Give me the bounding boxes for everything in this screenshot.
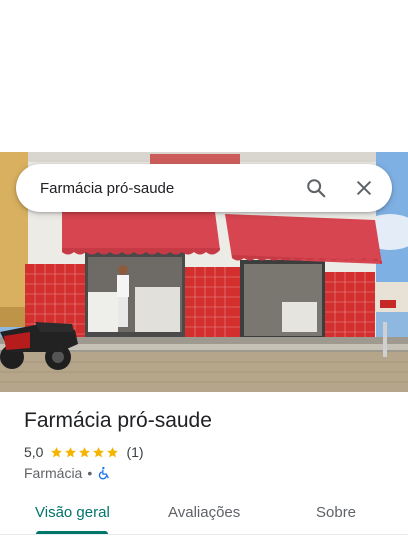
place-title: Farmácia pró-saude bbox=[24, 409, 212, 432]
search-button[interactable] bbox=[292, 164, 340, 212]
tab-overview[interactable]: Visão geral bbox=[35, 504, 110, 521]
star-icon bbox=[107, 446, 119, 457]
search-input[interactable] bbox=[40, 179, 292, 197]
rating-value: 5,0 bbox=[24, 444, 44, 460]
search-icon bbox=[307, 179, 326, 198]
star-rating bbox=[50, 446, 120, 459]
rating-row[interactable]: 5,0 (1) bbox=[24, 444, 144, 460]
search-bar[interactable] bbox=[16, 164, 392, 212]
star-icon bbox=[65, 446, 77, 457]
review-count[interactable]: (1) bbox=[126, 444, 143, 460]
separator-dot: • bbox=[87, 465, 93, 481]
clear-search-button[interactable] bbox=[340, 164, 388, 212]
place-category: Farmácia bbox=[24, 465, 83, 481]
star-icon bbox=[51, 446, 63, 457]
wheelchair-icon[interactable] bbox=[97, 466, 111, 480]
tab-reviews[interactable]: Avaliações bbox=[168, 504, 240, 521]
close-icon bbox=[357, 181, 371, 195]
tabs-divider bbox=[0, 534, 408, 535]
star-icon bbox=[93, 446, 105, 457]
star-icon bbox=[79, 446, 91, 457]
category-row: Farmácia • bbox=[24, 465, 111, 481]
tab-about[interactable]: Sobre bbox=[316, 504, 356, 521]
place-tabs: Visão geral Avaliações Sobre bbox=[0, 492, 408, 536]
